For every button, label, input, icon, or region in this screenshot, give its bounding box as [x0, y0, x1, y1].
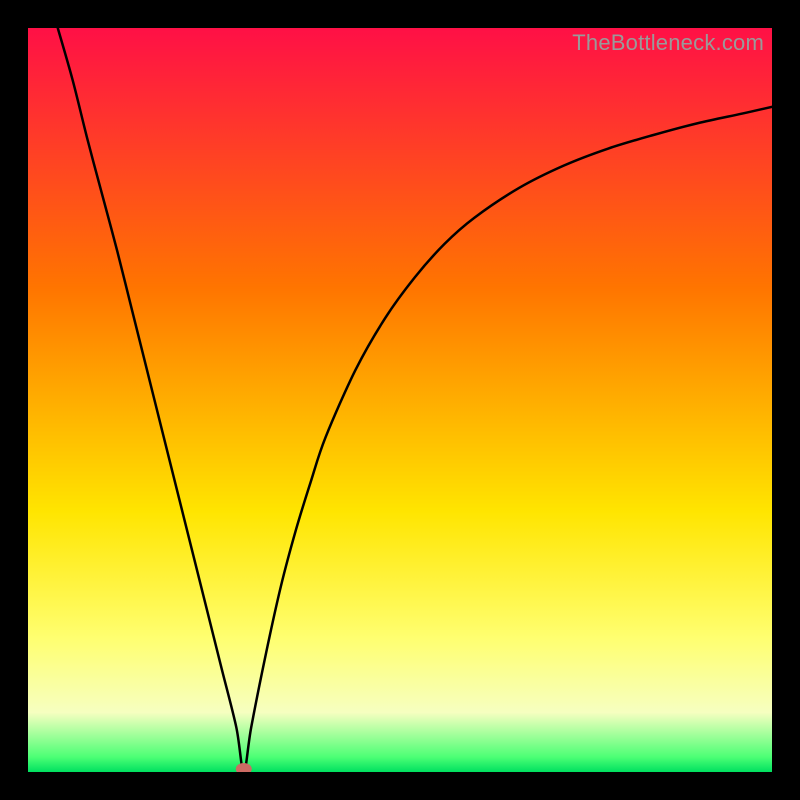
gradient-background	[28, 28, 772, 772]
watermark-text: TheBottleneck.com	[572, 30, 764, 56]
chart-frame: TheBottleneck.com	[0, 0, 800, 800]
plot-area: TheBottleneck.com	[28, 28, 772, 772]
chart-svg	[28, 28, 772, 772]
